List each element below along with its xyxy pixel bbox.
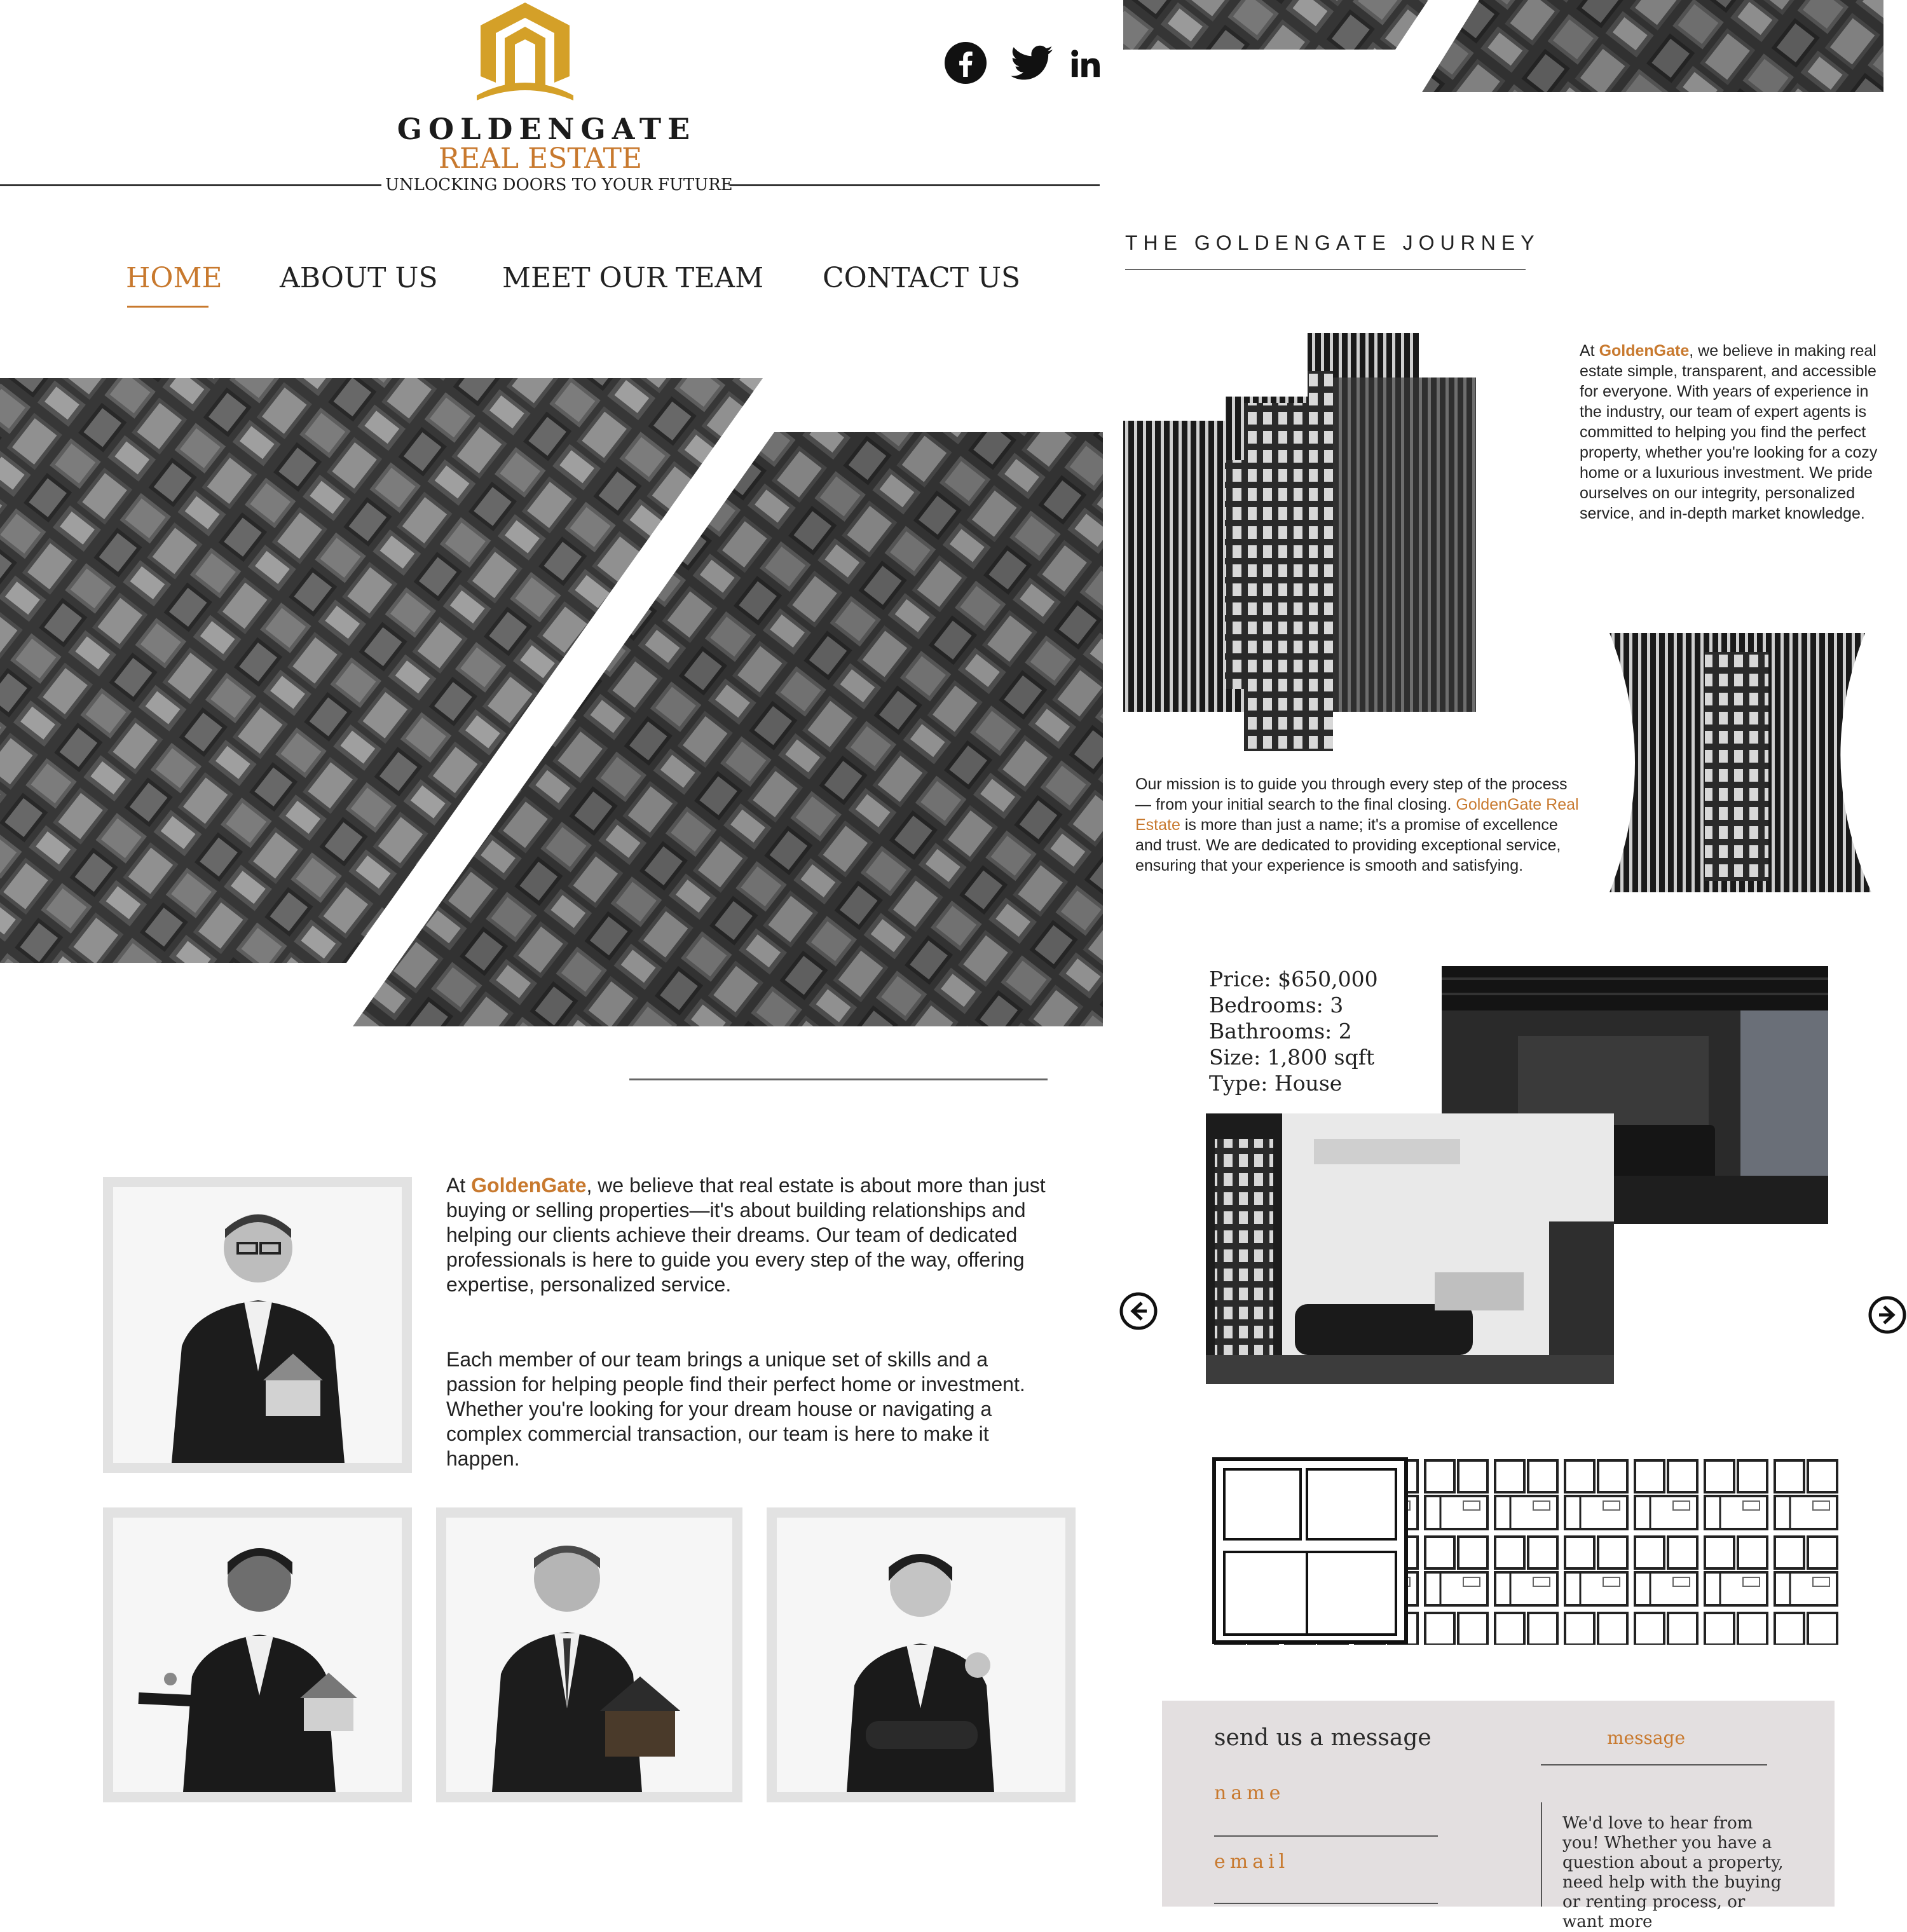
listing-specs: Price: $650,000 Bedrooms: 3 Bathrooms: 2… — [1209, 966, 1378, 1096]
message-tab-underline — [1541, 1764, 1767, 1765]
contact-heading: send us a message — [1214, 1725, 1432, 1751]
message-divider — [1541, 1802, 1542, 1907]
journey-paragraph-2: Our mission is to guide you through ever… — [1135, 774, 1580, 876]
about-paragraph-1: At GoldenGate, we believe that real esta… — [446, 1173, 1064, 1297]
carousel-next-arrow-icon[interactable] — [1868, 1295, 1907, 1335]
nav-contact-us[interactable]: CONTACT US — [823, 262, 1020, 294]
listing-type: Type: House — [1209, 1071, 1343, 1096]
tagline: UNLOCKING DOORS TO YOUR FUTURE — [385, 175, 733, 194]
nav-home[interactable]: HOME — [126, 262, 222, 294]
floor-plan-image — [1212, 1457, 1841, 1645]
journey-paragraph-1: At GoldenGate, we believe in making real… — [1580, 341, 1885, 524]
nav-about-us[interactable]: ABOUT US — [280, 262, 438, 294]
journey-p2-rest: is more than just a name; it's a promise… — [1135, 816, 1561, 874]
brand-subtitle: REAL ESTATE — [438, 142, 643, 175]
name-field[interactable] — [1214, 1835, 1438, 1837]
about-p1-brand: GoldenGate — [471, 1174, 587, 1197]
carousel-prev-arrow-icon[interactable] — [1119, 1291, 1158, 1331]
journey-building-image — [1123, 333, 1514, 751]
top-city-strip-image — [1123, 0, 1886, 92]
agent-photo-woman-arms-crossed — [767, 1507, 1076, 1802]
email-field-label: email — [1214, 1851, 1290, 1873]
listing-size: Size: 1,800 sqft — [1209, 1045, 1375, 1070]
linkedin-icon[interactable] — [1070, 44, 1100, 83]
agent-photo-man-house — [436, 1507, 742, 1802]
tagline-rule-right — [730, 184, 1100, 186]
nav-meet-our-team[interactable]: MEET OUR TEAM — [502, 262, 763, 294]
journey-title: THE GOLDENGATE JOURNEY — [1125, 231, 1540, 254]
agent-photo-main — [103, 1177, 412, 1473]
listing-photo-open-plan — [1206, 1113, 1614, 1384]
hero-city-image — [0, 378, 1103, 1026]
agent-photo-woman-keys — [103, 1507, 412, 1802]
name-field-label: name — [1214, 1782, 1285, 1804]
listing-bathrooms: Bathrooms: 2 — [1209, 1019, 1352, 1044]
about-p1-prefix: At — [446, 1174, 472, 1197]
listing-bedrooms: Bedrooms: 3 — [1209, 993, 1344, 1017]
listing-price: Price: $650,000 — [1209, 967, 1378, 991]
twitter-icon[interactable] — [1009, 42, 1054, 84]
tagline-rule-left — [0, 184, 381, 186]
journey-curved-building-image — [1610, 633, 1871, 892]
brand-name: GOLDENGATE — [397, 112, 697, 146]
facebook-icon[interactable] — [945, 42, 987, 84]
journey-p1-brand: GoldenGate — [1599, 342, 1690, 360]
section-divider — [629, 1078, 1048, 1080]
email-field[interactable] — [1214, 1903, 1438, 1904]
message-field[interactable]: We'd love to hear from you! Whether you … — [1562, 1814, 1791, 1932]
nav-home-underline — [127, 306, 208, 308]
logo-mark — [474, 0, 576, 102]
contact-form: send us a message name email message We'… — [1162, 1701, 1835, 1931]
journey-p1-prefix: At — [1580, 342, 1599, 360]
about-paragraph-2: Each member of our team brings a unique … — [446, 1348, 1025, 1470]
journey-p1-rest: , we believe in making real estate simpl… — [1580, 342, 1878, 522]
message-tab[interactable]: message — [1607, 1727, 1685, 1748]
journey-title-underline — [1125, 269, 1526, 270]
